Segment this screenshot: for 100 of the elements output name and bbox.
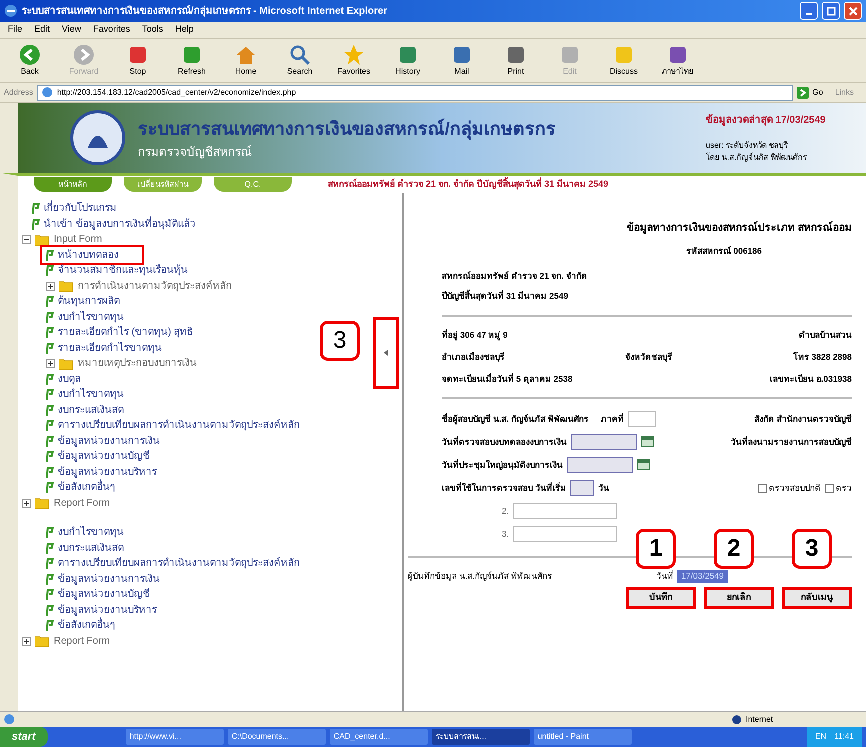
input-field[interactable]: [571, 434, 637, 450]
toolbar-button[interactable]: Search: [278, 44, 322, 78]
tree-item[interactable]: ข้อสังเกตอื่นๆ: [46, 618, 115, 634]
coop-code: รหัสสหกรณ์ 006186: [686, 244, 762, 258]
row-number: 2.: [502, 504, 510, 518]
tree-label: ข้อมูลหน่วยงานการเงิน: [58, 434, 160, 449]
taskbar-button[interactable]: http://www.vi...: [126, 729, 224, 745]
minimize-button[interactable]: [800, 2, 818, 20]
date-label: วันที่: [656, 570, 674, 583]
checkbox-option[interactable]: ตรว: [825, 482, 852, 495]
globe-icon: [732, 714, 742, 724]
collapse-arrow-icon[interactable]: [384, 350, 388, 356]
address-label: Address: [4, 86, 34, 98]
user-info: user: ระดับจังหวัด ชลบุรี: [706, 140, 790, 152]
tree-item[interactable]: ข้อสังเกตอื่นๆ: [46, 480, 115, 496]
field-label: วันที่ประชุมใหญ่อนุมัติงบการเงิน: [442, 458, 563, 472]
fiscal-period: ปีบัญชีสิ้นสุดวันที่ 31 มีนาคม 2549: [442, 290, 570, 303]
checkbox-option[interactable]: ตรวจสอบปกติ: [758, 482, 821, 495]
address-text: โทร 3828 2898: [793, 350, 852, 364]
taskbar-button[interactable]: CAD_center.d...: [330, 729, 428, 745]
tree-item[interactable]: ข้อมูลหน่วยงานการเงิน: [46, 572, 160, 587]
tree-label: ต้นทุนการผลิต: [58, 294, 120, 310]
input-field[interactable]: [567, 457, 633, 474]
toolbar-button[interactable]: Print: [494, 44, 538, 78]
input-field[interactable]: [628, 411, 656, 428]
address-text: จังหวัดชลบุรี: [626, 350, 673, 364]
affiliation-label: สังกัด สำนักงานตรวจบัญชี: [754, 412, 852, 426]
tree-item[interactable]: ข้อมูลหน่วยงานบริหาร: [46, 464, 157, 480]
emblem-logo: [70, 110, 126, 166]
menu-item[interactable]: File: [8, 23, 23, 37]
toolbar-button[interactable]: Mail: [440, 44, 484, 78]
tree-item[interactable]: หน้างบทดลอง: [42, 247, 142, 264]
calendar-icon[interactable]: [637, 459, 650, 472]
tree-item[interactable]: ข้อมูลหน่วยงานบริหาร: [46, 602, 157, 618]
tree-item[interactable]: Report Form: [35, 496, 110, 511]
toolbar-button[interactable]: Home: [224, 44, 268, 78]
tree-item[interactable]: Report Form: [35, 634, 110, 649]
address-field[interactable]: http://203.154.183.12/cad2005/cad_center/v2/economize/index.php: [37, 84, 793, 100]
toolbar-button[interactable]: Back: [8, 44, 52, 78]
tree-label: งบกำไรขาดทุน: [58, 387, 124, 402]
menu-item[interactable]: View: [62, 23, 82, 37]
start-button[interactable]: start: [0, 727, 48, 747]
tree-item[interactable]: ข้อมูลหน่วยงานการเงิน: [46, 434, 160, 449]
tree-item[interactable]: งบกำไรขาดทุน: [46, 525, 124, 540]
unit-label: วัน: [598, 482, 610, 495]
toolbar-button[interactable]: History: [386, 44, 430, 78]
maximize-button[interactable]: [822, 2, 840, 20]
callout-number: 3: [320, 321, 360, 361]
tree-item[interactable]: Input Form: [35, 232, 102, 248]
menu-item[interactable]: Edit: [34, 23, 50, 37]
frame-splitter[interactable]: [373, 317, 399, 389]
collapse-icon[interactable]: [22, 235, 31, 244]
calendar-icon[interactable]: [641, 436, 654, 448]
status-zone: Internet: [746, 714, 774, 726]
expand-icon[interactable]: [22, 498, 31, 508]
form-button[interactable]: กลับเมนู: [782, 587, 852, 609]
tree-item[interactable]: หมายเหตุประกอบงบการเงิน: [59, 356, 197, 372]
tree-label: งบกำไรขาดทุน: [58, 525, 124, 540]
form-button[interactable]: บันทึก: [626, 587, 696, 609]
expand-icon[interactable]: [46, 359, 55, 368]
input-field[interactable]: [513, 503, 618, 520]
toolbar-button[interactable]: ภาษาไทย: [656, 44, 700, 78]
tree-item[interactable]: งบกระแสเงินสด: [46, 402, 124, 418]
address-text: อำเภอเมืองชลบุรี: [442, 350, 505, 364]
checkbox[interactable]: [758, 484, 767, 493]
date-field[interactable]: 17/03/2549: [677, 570, 728, 583]
tree-item[interactable]: งบกำไรขาดทุน: [46, 310, 124, 325]
tree-label: งบกระแสเงินสด: [58, 404, 124, 418]
toolbar-button[interactable]: Refresh: [170, 44, 214, 78]
tree-label: งบกำไรขาดทุน: [58, 310, 124, 325]
callout-number: 3: [792, 529, 832, 569]
tree-label: งบกระแสเงินสด: [58, 542, 124, 556]
menu-item[interactable]: Tools: [142, 23, 164, 37]
menu-item[interactable]: Favorites: [93, 23, 130, 37]
checkbox[interactable]: [825, 484, 834, 493]
taskbar-button[interactable]: ระบบสารสนเ...: [432, 729, 530, 745]
go-button[interactable]: Go: [796, 86, 824, 98]
data-date: ข้อมูลงวดล่าสุด 17/03/2549: [706, 113, 827, 128]
input-field[interactable]: [570, 480, 594, 496]
tree-item[interactable]: ต้นทุนการผลิต: [46, 294, 120, 310]
tree-item[interactable]: งบกระแสเงินสด: [46, 540, 124, 556]
expand-icon[interactable]: [22, 636, 31, 646]
taskbar-button[interactable]: untitled - Paint: [534, 729, 632, 745]
maximize-icon: [826, 6, 836, 16]
form-button[interactable]: ยกเลิก: [704, 587, 774, 609]
close-icon: [848, 6, 858, 16]
tree-item[interactable]: งบดุล: [46, 372, 81, 387]
close-button[interactable]: [844, 2, 862, 20]
expand-icon[interactable]: [46, 282, 55, 291]
input-field[interactable]: [513, 526, 618, 542]
toolbar-button[interactable]: Stop: [116, 44, 160, 78]
clock: 11:41: [834, 731, 854, 743]
tree-item[interactable]: งบกำไรขาดทุน: [46, 387, 124, 402]
address-text: ตำบลบ้านสวน: [799, 329, 852, 342]
taskbar-button[interactable]: C:\Documents...: [228, 729, 326, 745]
toolbar-button[interactable]: Favorites: [332, 44, 376, 78]
menu-item[interactable]: Help: [175, 23, 194, 37]
toolbar-button[interactable]: Discuss: [602, 44, 646, 78]
tree-label: ข้อสังเกตอื่นๆ: [58, 618, 115, 634]
address-text: เลขทะเบียน อ.031938: [770, 372, 852, 386]
